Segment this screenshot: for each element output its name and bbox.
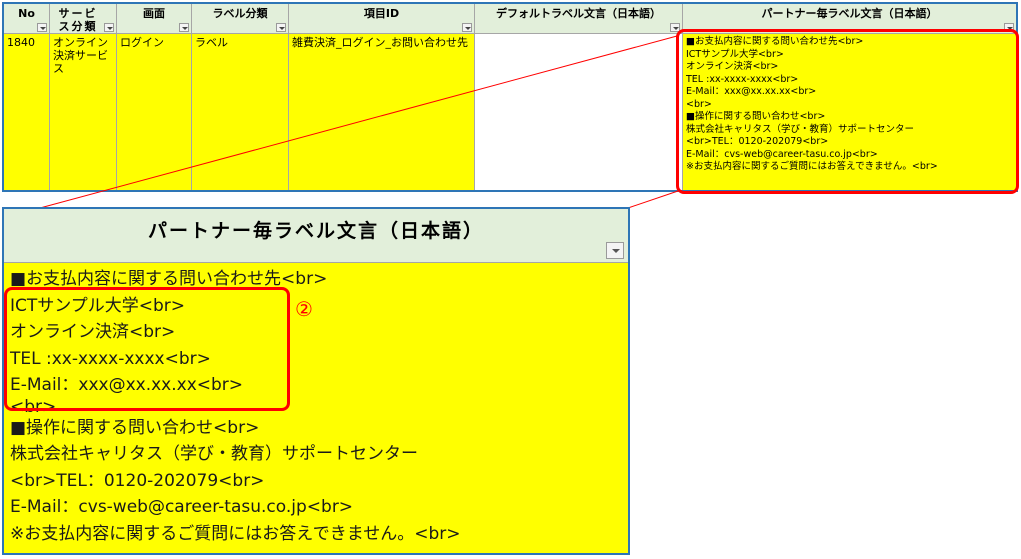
column-header-default-text[interactable]: デフォルトラベル文言（日本語） <box>475 4 683 34</box>
annotation-marker: ② <box>295 297 313 321</box>
column-header-service[interactable]: サービス分類 <box>50 4 117 34</box>
zoomed-line: ※お支払内容に関するご質問にはお答えできません。<br> <box>10 523 461 544</box>
zoomed-line: E-Mail：cvs-web@career-tasu.co.jp<br> <box>10 497 354 517</box>
cell-label-type[interactable]: ラベル <box>192 34 289 190</box>
header-label: 項目ID <box>363 7 400 20</box>
zoomed-header-label: パートナー毎ラベル文言（日本語） <box>147 220 484 242</box>
highlight-box-partner-cell <box>676 29 1019 194</box>
zoomed-column-header: パートナー毎ラベル文言（日本語） <box>4 209 628 263</box>
zoomed-line: <br>TEL：0120-202079<br> <box>10 470 265 491</box>
header-label: ラベル分類 <box>212 7 268 20</box>
column-header-no[interactable]: No <box>4 4 50 34</box>
cell-no[interactable]: 1840 <box>4 34 50 190</box>
filter-dropdown-icon[interactable] <box>104 23 114 32</box>
zoomed-line: 株式会社キャリタス（学び・教育）サポートセンター <box>10 444 418 464</box>
cell-service[interactable]: オンライン決済サービス <box>50 34 117 190</box>
column-header-item-id[interactable]: 項目ID <box>289 4 475 34</box>
filter-dropdown-icon[interactable] <box>462 23 472 32</box>
filter-dropdown-icon[interactable] <box>37 23 47 32</box>
header-label: No <box>18 7 35 20</box>
filter-dropdown-icon[interactable] <box>606 242 624 259</box>
column-header-label-type[interactable]: ラベル分類 <box>192 4 289 34</box>
cell-screen[interactable]: ログイン <box>117 34 192 190</box>
filter-dropdown-icon[interactable] <box>276 23 286 32</box>
filter-dropdown-icon[interactable] <box>179 23 189 32</box>
zoomed-line: ■操作に関する問い合わせ<br> <box>10 417 260 438</box>
header-label: パートナー毎ラベル文言（日本語） <box>761 7 938 20</box>
header-label: 画面 <box>143 7 165 20</box>
header-label: サービス分類 <box>58 7 98 33</box>
cell-default-text[interactable] <box>475 34 683 190</box>
cell-item-id[interactable]: 雑費決済_ログイン_お問い合わせ先 <box>289 34 475 190</box>
header-label: デフォルトラベル文言（日本語） <box>496 7 661 20</box>
column-header-screen[interactable]: 画面 <box>117 4 192 34</box>
highlight-box-sample-lines <box>4 287 290 411</box>
